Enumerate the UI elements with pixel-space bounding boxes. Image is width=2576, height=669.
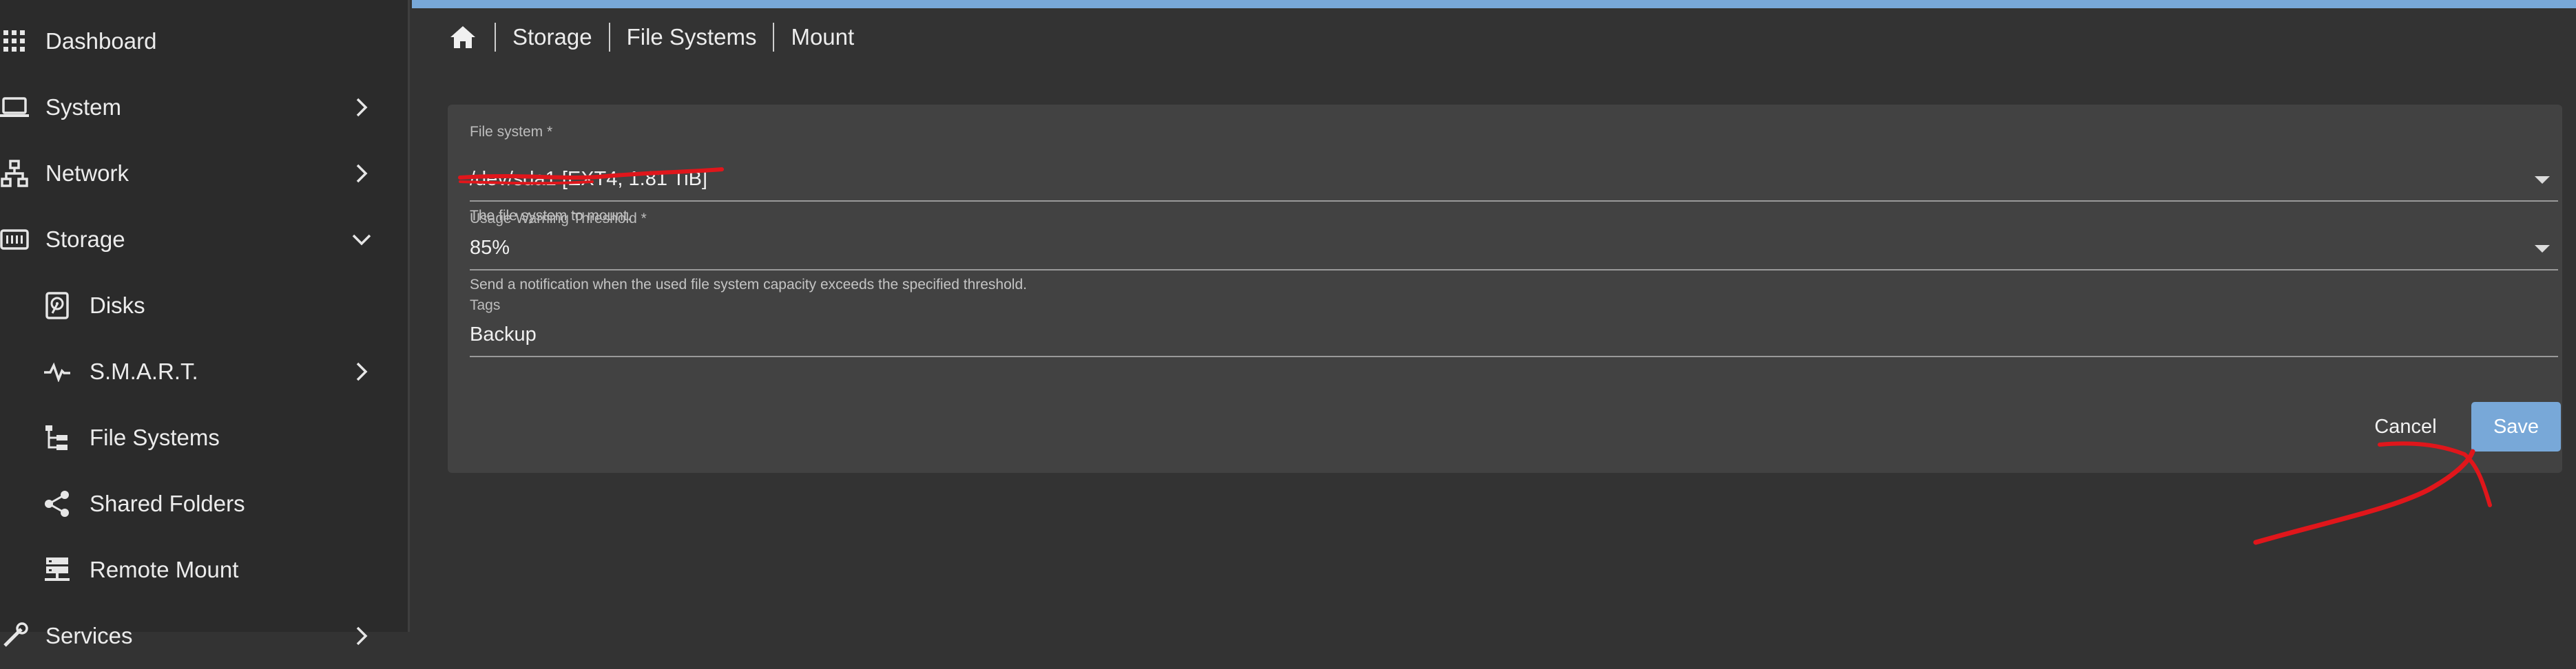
usage-threshold-select[interactable]: 85% <box>470 237 510 259</box>
breadcrumb-file-systems[interactable]: File Systems <box>610 24 773 50</box>
disk-icon <box>43 291 72 320</box>
laptop-icon <box>0 93 29 122</box>
sidebar-item-file-systems[interactable]: File Systems <box>0 405 408 471</box>
chevron-right-icon <box>348 622 375 650</box>
file-tree-icon <box>43 423 72 452</box>
sidebar-item-label: Services <box>45 623 133 648</box>
breadcrumb-storage[interactable]: Storage <box>496 24 609 50</box>
sidebar-item-disks[interactable]: Disks <box>0 273 408 339</box>
chevron-down-icon <box>348 226 375 253</box>
sidebar-item-label: Disks <box>90 293 145 318</box>
share-icon <box>43 489 72 518</box>
breadcrumb-mount: Mount <box>791 24 855 50</box>
dropdown-caret-icon[interactable] <box>2535 176 2550 184</box>
sidebar-item-services[interactable]: Services <box>0 603 408 669</box>
sidebar-item-dashboard[interactable]: Dashboard <box>0 8 408 74</box>
storage-icon <box>0 225 29 254</box>
tags-field[interactable]: Tags Backup <box>470 297 2558 366</box>
dropdown-caret-icon[interactable] <box>2535 245 2550 253</box>
cancel-button[interactable]: Cancel <box>2349 402 2462 452</box>
mount-form-card: File system * /dev/sda1 [EXT4, 1.81 TiB]… <box>448 105 2562 473</box>
tags-input[interactable]: Backup <box>470 323 537 346</box>
sidebar-item-remote-mount[interactable]: Remote Mount <box>0 537 408 603</box>
field-underline <box>470 356 2558 357</box>
file-system-label: File system * <box>470 124 553 140</box>
sidebar-item-label: Storage <box>45 226 125 252</box>
sidebar-item-label: Network <box>45 160 129 186</box>
home-icon[interactable] <box>448 22 478 52</box>
file-system-field[interactable]: File system * /dev/sda1 [EXT4, 1.81 TiB]… <box>470 124 2558 224</box>
breadcrumb: Storage File Systems Mount <box>448 17 871 58</box>
usage-threshold-label: Usage Warning Threshold * <box>470 211 647 226</box>
pulse-icon <box>43 357 72 386</box>
server-icon <box>43 555 72 584</box>
sidebar: Dashboard System Network Storage Disks S… <box>0 0 410 648</box>
sidebar-item-label: Shared Folders <box>90 491 245 516</box>
usage-threshold-hint: Send a notification when the used file s… <box>470 277 1027 293</box>
top-accent-bar <box>412 0 2576 8</box>
sidebar-item-label: System <box>45 94 122 120</box>
save-button[interactable]: Save <box>2471 402 2561 452</box>
field-underline <box>470 269 2558 270</box>
field-underline <box>470 200 2558 202</box>
grid-icon <box>0 27 29 56</box>
services-icon <box>0 622 29 650</box>
chevron-right-icon <box>348 358 375 385</box>
sidebar-item-network[interactable]: Network <box>0 140 408 206</box>
network-icon <box>0 159 29 188</box>
chevron-right-icon <box>348 160 375 187</box>
sidebar-item-shared-folders[interactable]: Shared Folders <box>0 471 408 537</box>
sidebar-item-storage[interactable]: Storage <box>0 206 408 273</box>
file-system-select[interactable]: /dev/sda1 [EXT4, 1.81 TiB] <box>470 168 707 191</box>
sidebar-item-label: Dashboard <box>45 28 157 54</box>
tags-label: Tags <box>470 297 501 313</box>
sidebar-item-smart[interactable]: S.M.A.R.T. <box>0 339 408 405</box>
usage-threshold-field[interactable]: Usage Warning Threshold * 85% Send a not… <box>470 211 2558 300</box>
sidebar-item-label: Remote Mount <box>90 557 239 582</box>
chevron-right-icon <box>348 94 375 121</box>
sidebar-item-label: S.M.A.R.T. <box>90 359 198 384</box>
sidebar-item-system[interactable]: System <box>0 74 408 140</box>
sidebar-item-label: File Systems <box>90 425 220 450</box>
